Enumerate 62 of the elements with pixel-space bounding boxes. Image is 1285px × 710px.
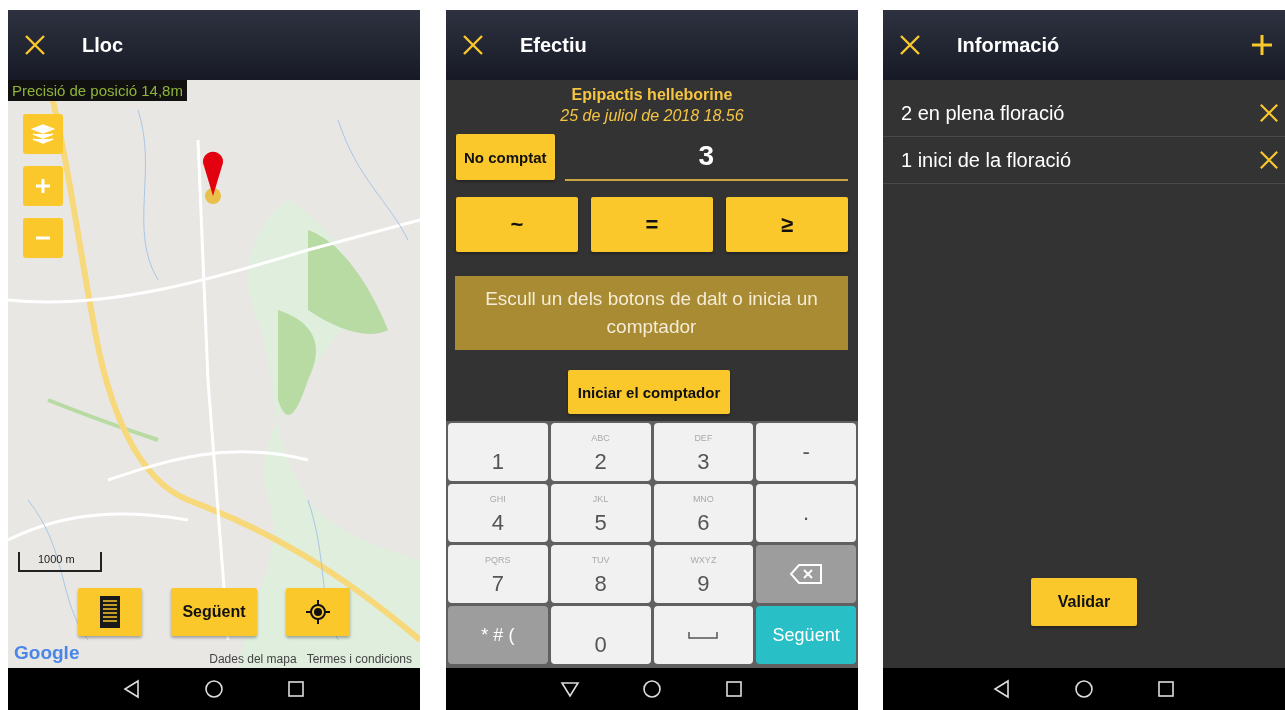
info-text: 1 inici de la floració	[901, 148, 1072, 172]
digit-key[interactable]: ABC 2	[550, 423, 651, 481]
back-icon[interactable]	[992, 679, 1012, 699]
start-counter-button[interactable]: Iniciar el comptador	[567, 370, 731, 414]
digit-key[interactable]: 0	[550, 606, 651, 664]
backspace-key[interactable]	[756, 545, 856, 603]
screen-title: Efectiu	[520, 33, 587, 57]
backspace-icon	[789, 563, 824, 585]
add-icon[interactable]	[1251, 34, 1273, 56]
recents-icon[interactable]	[286, 679, 306, 699]
list-button[interactable]	[77, 588, 142, 636]
back-icon[interactable]	[122, 679, 142, 699]
recents-icon[interactable]	[724, 679, 744, 699]
digit-key[interactable]: PQRS 7	[448, 545, 548, 603]
minus-icon	[35, 236, 51, 240]
layers-icon	[30, 123, 56, 145]
digit-key[interactable]: WXYZ 9	[653, 545, 754, 603]
species-name: Epipactis helleborine	[570, 86, 734, 104]
digit-key[interactable]: 1	[448, 423, 548, 481]
info-item[interactable]: 2 en plena floració	[883, 90, 1285, 137]
hide-keyboard-icon[interactable]	[560, 679, 580, 699]
remove-icon[interactable]	[1259, 150, 1279, 170]
space-key[interactable]	[653, 606, 754, 664]
symbol-key[interactable]: .	[756, 484, 856, 542]
not-counted-button[interactable]: No comptat	[456, 134, 555, 180]
home-icon[interactable]	[1074, 679, 1094, 699]
digit-key[interactable]: TUV 8	[550, 545, 651, 603]
home-icon[interactable]	[642, 679, 662, 699]
locate-icon	[305, 599, 332, 625]
attribution-link[interactable]: Dades del mapa	[209, 652, 297, 666]
space-icon	[688, 631, 719, 639]
count-field[interactable]: 3	[564, 133, 848, 181]
info-item[interactable]: 1 inici de la floració	[883, 137, 1285, 184]
instruction-message: Escull un dels botons de dalt o inicia un comptador	[455, 276, 848, 350]
info-text: 2 en plena floració	[901, 101, 1065, 125]
qualifier-button[interactable]: =	[591, 197, 713, 252]
attribution-link[interactable]: Termes i condicions	[306, 652, 412, 666]
validate-button[interactable]: Validar	[1031, 578, 1137, 626]
observation-date: 25 de juliol de 2018 18.56	[559, 107, 745, 125]
locate-button[interactable]	[286, 588, 351, 636]
digit-key[interactable]: MNO 6	[653, 484, 754, 542]
close-icon[interactable]	[899, 34, 921, 56]
close-icon[interactable]	[24, 34, 46, 56]
screen-title: Lloc	[82, 33, 124, 57]
map-pin-icon[interactable]	[201, 150, 225, 206]
home-icon[interactable]	[204, 679, 224, 699]
digit-key[interactable]: GHI 4	[448, 484, 548, 542]
remove-icon[interactable]	[1259, 103, 1279, 123]
plus-icon	[35, 178, 51, 194]
recents-icon[interactable]	[1156, 679, 1176, 699]
list-icon	[98, 595, 121, 629]
qualifier-button[interactable]: ~	[456, 197, 578, 252]
digit-key[interactable]: JKL 5	[550, 484, 651, 542]
symbol-key[interactable]: -	[756, 423, 856, 481]
position-accuracy: Precisió de posició 14,8m	[8, 80, 187, 101]
digit-key[interactable]: DEF 3	[653, 423, 754, 481]
close-icon[interactable]	[462, 34, 484, 56]
screen-title: Informació	[957, 33, 1060, 57]
qualifier-button[interactable]: ≥	[726, 197, 848, 252]
scale-bar: 1000 m	[18, 552, 102, 572]
map-logo: Google	[14, 642, 80, 664]
next-button[interactable]: Següent	[171, 588, 257, 636]
